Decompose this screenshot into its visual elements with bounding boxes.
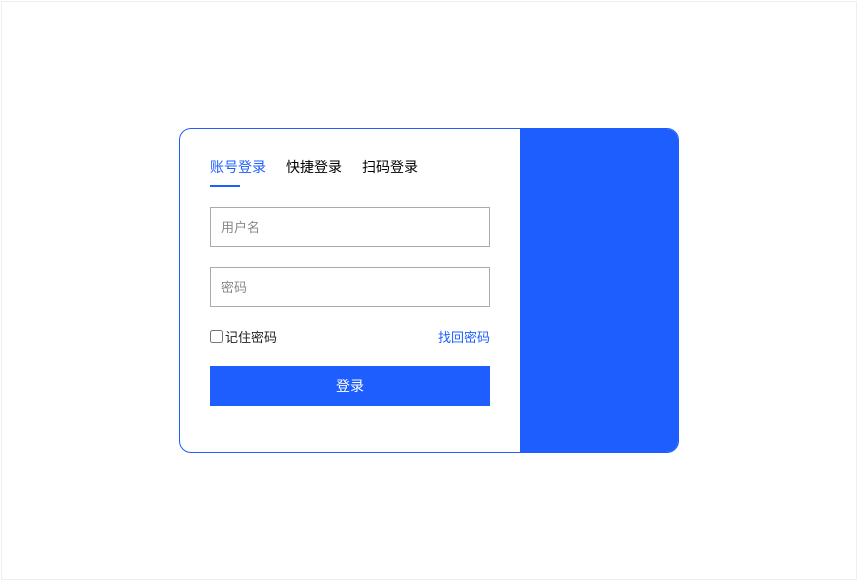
tab-scan-login[interactable]: 扫码登录	[362, 157, 418, 187]
accent-panel	[520, 129, 678, 452]
tab-quick-login[interactable]: 快捷登录	[286, 157, 342, 187]
login-card: 账号登录 快捷登录 扫码登录 记住密码 找回密码 登录	[179, 128, 679, 453]
options-row: 记住密码 找回密码	[210, 327, 490, 346]
password-row	[210, 267, 490, 307]
username-row	[210, 207, 490, 247]
form-area: 账号登录 快捷登录 扫码登录 记住密码 找回密码 登录	[180, 129, 520, 452]
remember-checkbox[interactable]	[210, 330, 223, 343]
forgot-password-link[interactable]: 找回密码	[438, 327, 490, 346]
tab-account-login[interactable]: 账号登录	[210, 157, 266, 187]
page-container: 账号登录 快捷登录 扫码登录 记住密码 找回密码 登录	[1, 1, 857, 580]
remember-group: 记住密码	[210, 327, 277, 346]
username-input[interactable]	[210, 207, 490, 247]
remember-label[interactable]: 记住密码	[225, 327, 277, 346]
login-button[interactable]: 登录	[210, 366, 490, 406]
password-input[interactable]	[210, 267, 490, 307]
login-tabs: 账号登录 快捷登录 扫码登录	[210, 157, 490, 187]
